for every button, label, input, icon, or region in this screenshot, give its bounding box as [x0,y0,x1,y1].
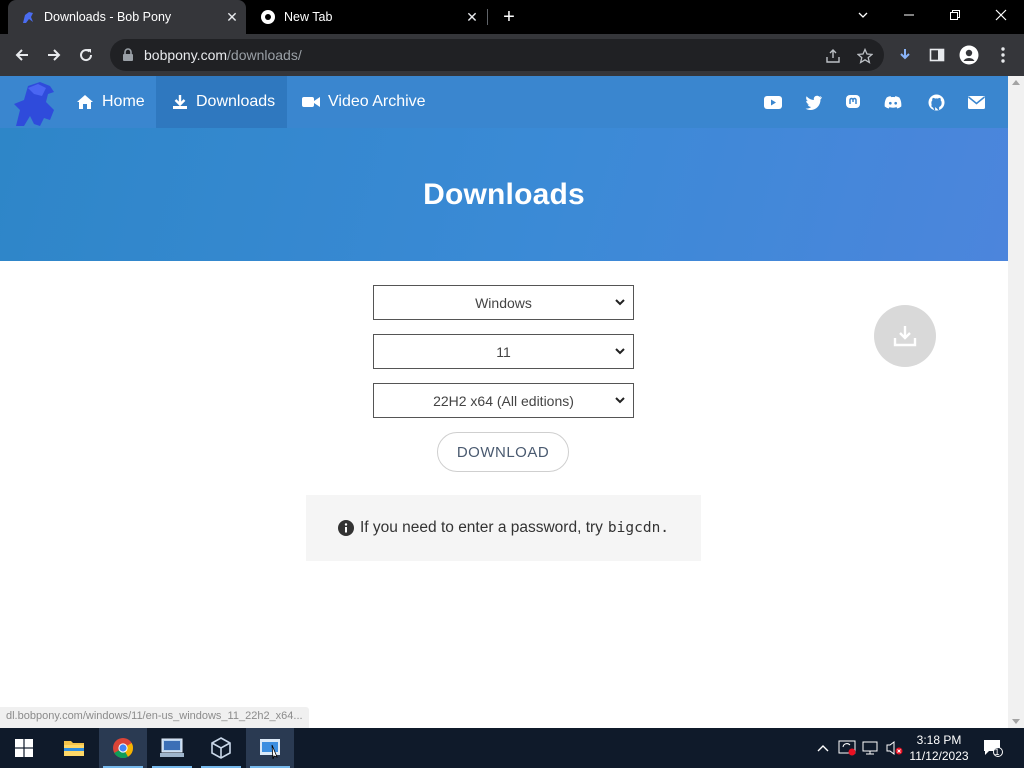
chrome-menu-icon[interactable] [990,42,1016,68]
youtube-icon[interactable] [764,93,782,111]
os-select-value: Windows [475,294,532,311]
restore-icon[interactable] [932,0,978,30]
notification-center-icon[interactable]: 1 [982,739,1004,757]
forward-icon[interactable] [41,42,67,68]
browser-toolbar: bobpony.com/downloads/ [0,34,1024,76]
page-scrollbar[interactable] [1008,76,1024,728]
nav-home-label: Home [102,93,145,110]
notification-count: 1 [994,747,1000,757]
network-app-icon[interactable] [148,728,196,768]
bobpony-favicon-icon [20,9,36,25]
site-navbar: Home Downloads Video Archive [0,76,1008,128]
bookmark-star-icon[interactable] [856,47,874,65]
volume-muted-icon[interactable] [886,739,904,757]
tab-search-icon[interactable] [840,0,886,30]
scroll-down-icon[interactable] [1012,719,1020,724]
download-tray-icon [893,326,917,347]
windows-taskbar: 3:18 PM 11/12/2023 1 [0,728,1024,768]
mastodon-icon[interactable] [844,93,862,111]
build-select-value: 22H2 x64 (All editions) [433,392,574,409]
nav-video-archive[interactable]: Video Archive [302,76,426,128]
video-camera-icon [302,95,320,109]
page-title: Downloads [423,177,585,211]
tab-title: New Tab [284,10,333,24]
new-tab-button[interactable]: + [497,5,521,29]
password-notice: If you need to enter a password, try big… [306,495,701,561]
url-text: bobpony.com/downloads/ [144,47,302,63]
os-select[interactable]: Windows [373,285,634,320]
snipping-tool-icon[interactable] [246,728,294,768]
chevron-up-icon[interactable] [814,739,832,757]
mail-icon[interactable] [967,93,985,111]
nav-home[interactable]: Home [66,76,155,128]
url-path: /downloads/ [227,47,302,63]
start-button[interactable] [0,728,48,768]
notice-text: If you need to enter a password, try [359,519,603,536]
minimize-icon[interactable] [886,0,932,30]
chrome-icon[interactable] [99,728,147,768]
build-select[interactable]: 22H2 x64 (All editions) [373,383,634,418]
lock-icon[interactable] [122,47,138,63]
scroll-up-icon[interactable] [1012,80,1020,85]
discord-icon[interactable] [884,93,902,111]
github-icon[interactable] [927,93,945,111]
download-icon [172,94,188,110]
chevron-down-icon [615,397,625,404]
version-select-value: 11 [496,343,511,360]
system-clock[interactable]: 3:18 PM 11/12/2023 [904,732,974,764]
windows-logo-icon [15,739,33,757]
hero-banner: Downloads [0,128,1008,261]
downloads-icon[interactable] [892,42,918,68]
update-alert-icon[interactable] [838,739,856,757]
nav-downloads-label: Downloads [196,93,276,110]
twitter-icon[interactable] [805,93,823,111]
chevron-down-icon [615,299,625,306]
info-icon [337,520,354,536]
link-status-bar: dl.bobpony.com/windows/11/en-us_windows_… [0,707,309,728]
profile-icon[interactable] [956,42,982,68]
chevron-down-icon [615,348,625,355]
floating-download-button[interactable] [874,305,936,367]
close-tab-icon[interactable]: ✕ [222,7,242,27]
url-host: bobpony.com [144,47,228,63]
address-bar[interactable]: bobpony.com/downloads/ [110,39,884,71]
close-window-icon[interactable] [978,0,1024,30]
file-explorer-icon[interactable] [50,728,98,768]
reload-icon[interactable] [73,42,99,68]
bobpony-logo-icon[interactable] [10,80,62,128]
tab-title: Downloads - Bob Pony [44,10,172,24]
tab-separator [487,9,488,25]
tab-strip: Downloads - Bob Pony ✕ New Tab ✕ + [0,0,1024,34]
tab-downloads[interactable]: Downloads - Bob Pony ✕ [8,0,246,34]
version-select[interactable]: 11 [373,334,634,369]
network-icon[interactable] [862,739,880,757]
chrome-favicon-icon [260,9,276,25]
tab-new-tab[interactable]: New Tab ✕ [248,0,486,34]
virtualbox-icon[interactable] [197,728,245,768]
notice-password: bigcdn. [607,520,670,536]
back-icon[interactable] [9,42,35,68]
home-icon [76,94,94,110]
nav-downloads[interactable]: Downloads [156,76,287,128]
page-viewport: Home Downloads Video Archive Downloads W… [0,76,1008,728]
close-tab-icon[interactable]: ✕ [462,7,482,27]
nav-video-archive-label: Video Archive [328,93,426,110]
clock-time: 3:18 PM [916,733,962,747]
download-button[interactable]: DOWNLOAD [437,432,569,472]
share-icon[interactable] [824,47,842,65]
side-panel-icon[interactable] [924,42,950,68]
clock-date: 11/12/2023 [909,749,969,763]
